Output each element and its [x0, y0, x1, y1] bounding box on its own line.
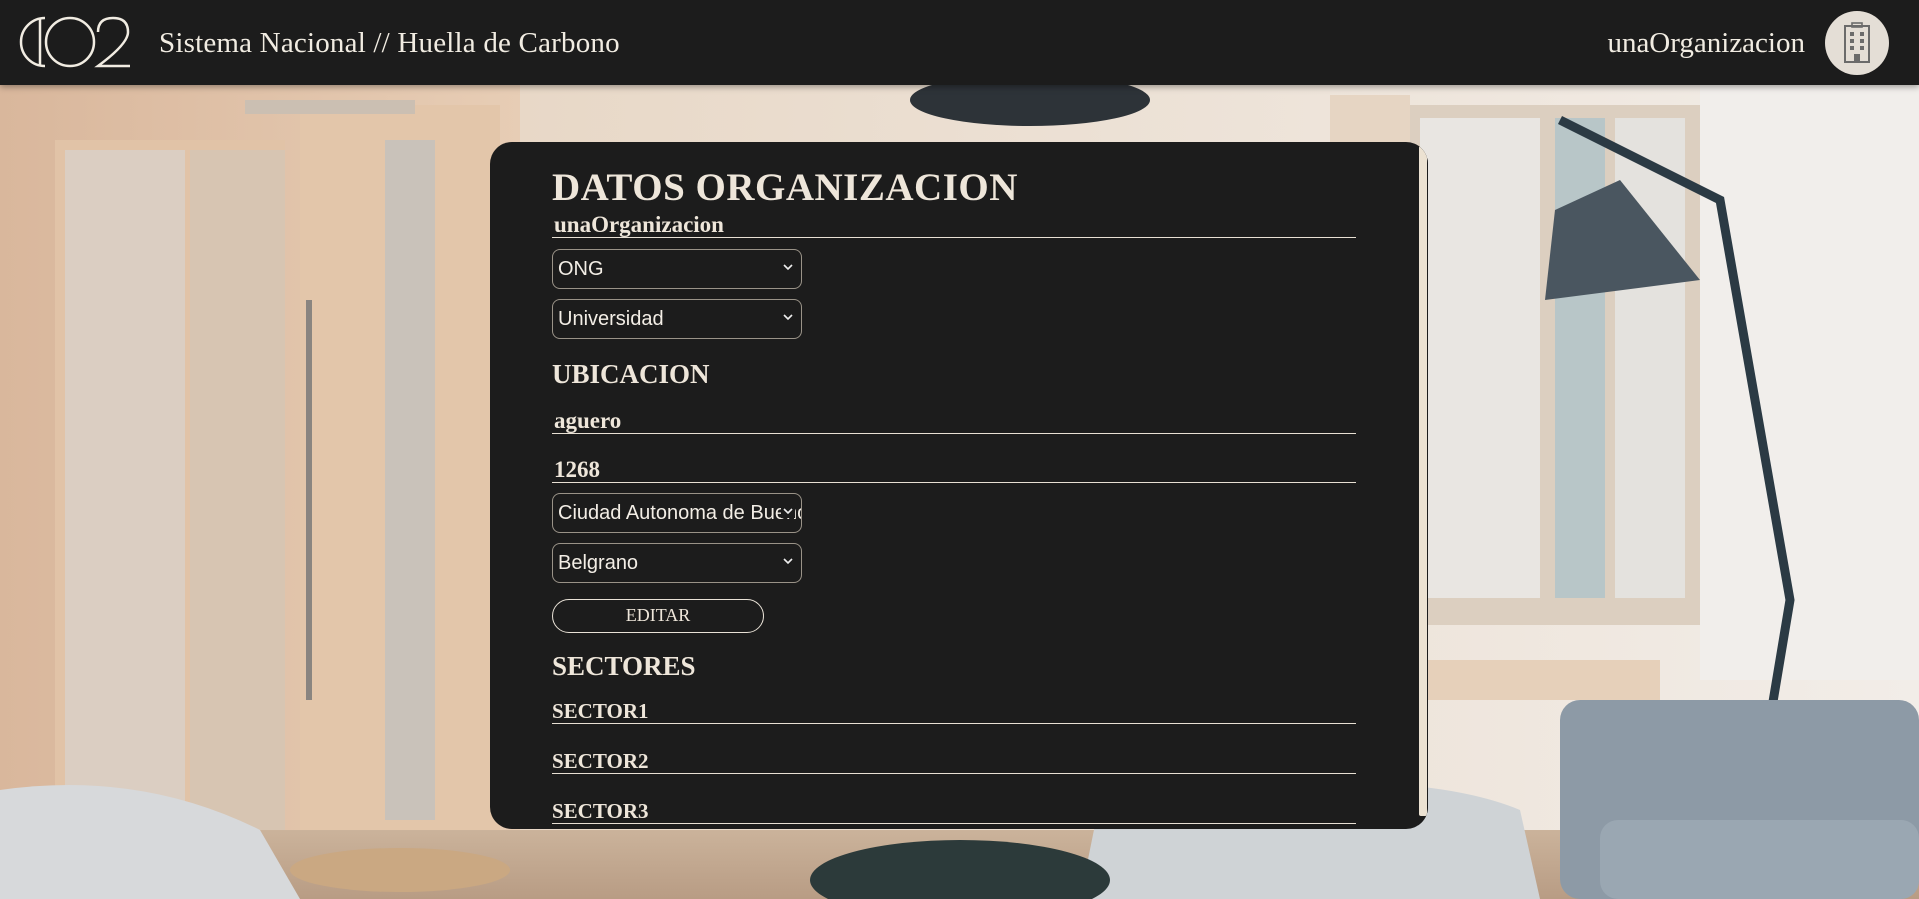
- province-select[interactable]: Ciudad Autonoma de Buenos Aires: [552, 493, 802, 533]
- organization-type-select[interactable]: ONG: [552, 249, 802, 289]
- organization-panel: DATOS ORGANIZACION unaOrganizacion ONG U…: [490, 142, 1428, 829]
- organization-name-link[interactable]: unaOrganizacion: [1607, 27, 1805, 60]
- locality-select[interactable]: Belgrano: [552, 543, 802, 583]
- locality-value: Belgrano: [558, 552, 639, 574]
- organization-classification-value: Universidad: [558, 308, 664, 330]
- panel-scroll-area[interactable]: DATOS ORGANIZACION unaOrganizacion ONG U…: [490, 142, 1416, 829]
- sectors-heading: SECTORES: [552, 651, 696, 681]
- province-value: Ciudad Autonoma de Buenos Aires: [558, 502, 801, 524]
- scrollbar-thumb[interactable]: [1419, 146, 1427, 816]
- sector-item[interactable]: SECTOR3: [552, 801, 1356, 824]
- co2-logo[interactable]: [16, 14, 132, 70]
- sector-item[interactable]: SECTOR1: [552, 701, 1356, 724]
- organization-type-value: ONG: [558, 258, 604, 280]
- organization-classification-select[interactable]: Universidad: [552, 299, 802, 339]
- organization-name-field[interactable]: unaOrganizacion: [552, 210, 1356, 238]
- building-icon: [1844, 22, 1870, 63]
- location-heading: UBICACION: [552, 359, 710, 389]
- street-field[interactable]: aguero: [552, 409, 1356, 434]
- edit-button[interactable]: EDITAR: [552, 599, 764, 633]
- organization-heading: DATOS ORGANIZACION: [552, 166, 1018, 209]
- panel-content: DATOS ORGANIZACION unaOrganizacion ONG U…: [552, 168, 1356, 824]
- street-number-field[interactable]: 1268: [552, 458, 1356, 483]
- scrollbar[interactable]: [1418, 142, 1428, 829]
- sector-item[interactable]: SECTOR2: [552, 751, 1356, 774]
- chevron-down-icon: [781, 554, 795, 568]
- app-title: Sistema Nacional // Huella de Carbono: [159, 27, 620, 59]
- avatar[interactable]: [1825, 11, 1889, 75]
- chevron-down-icon: [781, 504, 795, 518]
- chevron-down-icon: [781, 260, 795, 274]
- chevron-down-icon: [781, 310, 795, 324]
- top-navbar: Sistema Nacional // Huella de Carbono un…: [0, 0, 1919, 85]
